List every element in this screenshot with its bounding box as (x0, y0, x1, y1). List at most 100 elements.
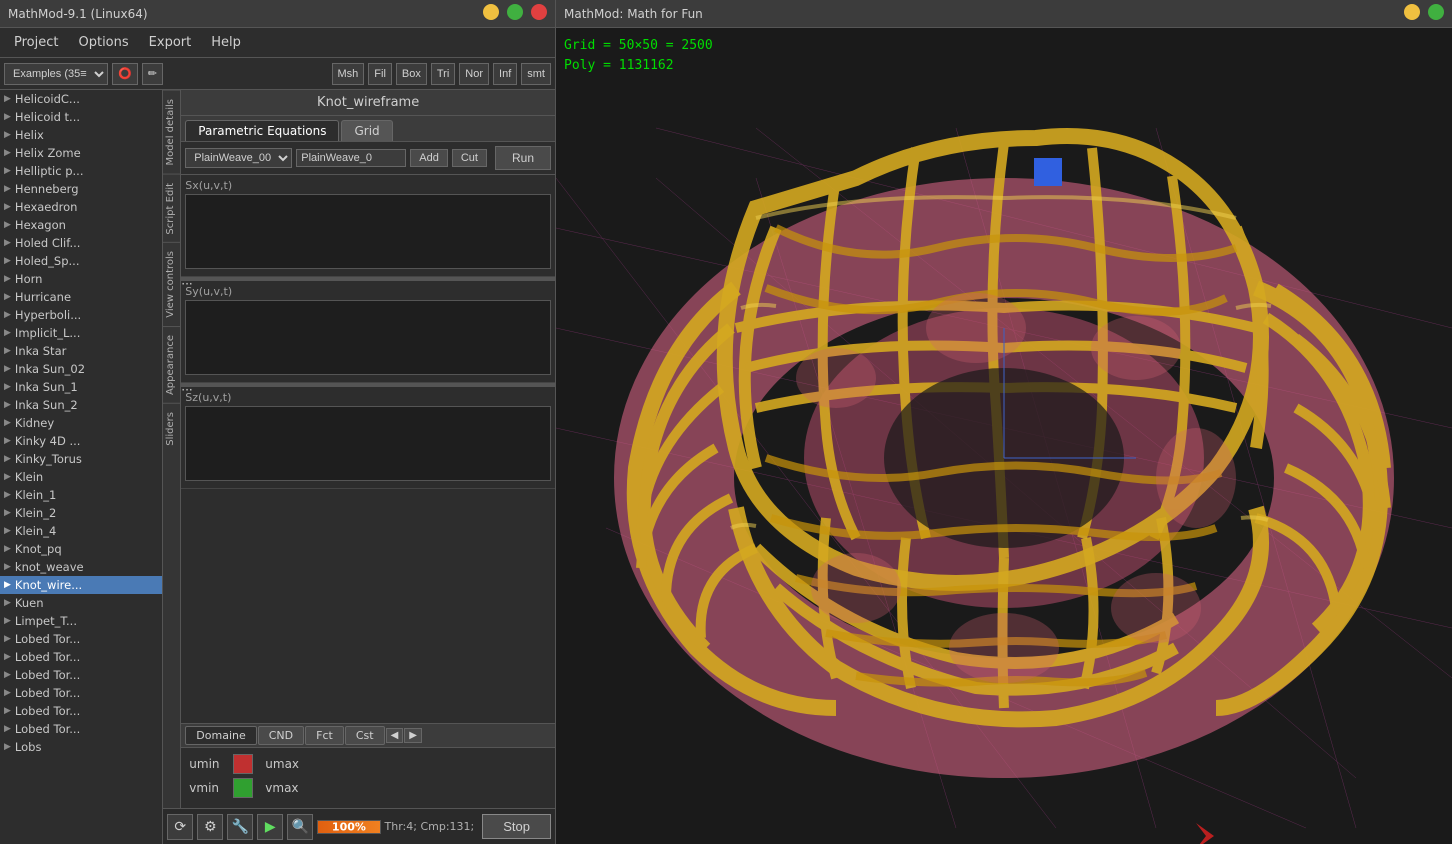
list-item[interactable]: ▶Klein (0, 468, 162, 486)
minimize-button[interactable] (483, 4, 499, 20)
list-item[interactable]: ▶Lobs (0, 738, 162, 756)
status-icon-1[interactable]: ⟳ (167, 814, 193, 840)
list-item[interactable]: ▶Holed_Sp... (0, 252, 162, 270)
editor-section: Model details Script Edit View controls … (163, 90, 555, 844)
toolbar-tri[interactable]: Tri (431, 63, 455, 85)
list-item[interactable]: ▶Hexagon (0, 216, 162, 234)
tab-grid[interactable]: Grid (341, 120, 392, 141)
list-item[interactable]: ▶HelicoidC... (0, 90, 162, 108)
toolbar-box[interactable]: Box (396, 63, 427, 85)
list-item[interactable]: ▶Lobed Tor... (0, 666, 162, 684)
selection-marker (1034, 158, 1062, 186)
toolbar-fil[interactable]: Fil (368, 63, 392, 85)
list-item[interactable]: ▶Helix (0, 126, 162, 144)
menu-bar: Project Options Export Help (0, 28, 555, 58)
eq-label-sx: Sx(u,v,t) (185, 179, 551, 192)
list-item[interactable]: ▶Inka Sun_02 (0, 360, 162, 378)
toolbar-smt[interactable]: smt (521, 63, 551, 85)
status-icon-2[interactable]: ⚙ (197, 814, 223, 840)
list-item[interactable]: ▶Lobed Tor... (0, 648, 162, 666)
list-item[interactable]: ▶Klein_1 (0, 486, 162, 504)
list-item[interactable]: ▶Hexaedron (0, 198, 162, 216)
left-panel: MathMod-9.1 (Linux64) Project Options Ex… (0, 0, 556, 844)
eq-input-sx[interactable] (185, 194, 551, 269)
list-item[interactable]: ▶Lobed Tor... (0, 630, 162, 648)
btab-cst[interactable]: Cst (345, 726, 385, 745)
equations-area: Sx(u,v,t) ··· Sy(u,v,t) ··· Sz(u,v,t) (181, 175, 555, 723)
eq-input-sz[interactable] (185, 406, 551, 481)
list-item[interactable]: ▶Lobed Tor... (0, 720, 162, 738)
list-item[interactable]: ▶Holed Clif... (0, 234, 162, 252)
icon-button-2[interactable]: ✏ (142, 63, 163, 85)
viewport[interactable]: Grid = 50×50 = 2500 Poly = 1131162 (556, 28, 1452, 844)
cut-button[interactable]: Cut (452, 149, 487, 167)
maximize-button[interactable] (507, 4, 523, 20)
list-item[interactable]: ▶Helliptic p... (0, 162, 162, 180)
btab-domaine[interactable]: Domaine (185, 726, 256, 745)
play-button[interactable]: ▶ (257, 814, 283, 840)
knot-visualization: Y (556, 28, 1452, 844)
list-item-hurricane[interactable]: ▶Hurricane (0, 288, 162, 306)
add-button[interactable]: Add (410, 149, 448, 167)
toolbar-inf[interactable]: Inf (493, 63, 517, 85)
list-item[interactable]: ▶Kidney (0, 414, 162, 432)
list-item[interactable]: ▶Kinky 4D ... (0, 432, 162, 450)
menu-project[interactable]: Project (4, 31, 68, 54)
list-item[interactable]: ▶Knot_pq (0, 540, 162, 558)
vtab-view-controls[interactable]: View controls (163, 242, 180, 326)
list-item[interactable]: ▶Implicit_L... (0, 324, 162, 342)
icon-button-1[interactable]: ⭕ (112, 63, 138, 85)
formula-name-input[interactable] (296, 149, 406, 167)
list-item[interactable]: ▶Inka Sun_1 (0, 378, 162, 396)
grid-info: Grid = 50×50 = 2500 Poly = 1131162 (564, 36, 713, 75)
status-icon-3[interactable]: 🔧 (227, 814, 253, 840)
list-item-horn[interactable]: ▶Horn (0, 270, 162, 288)
vtab-script-edit[interactable]: Script Edit (163, 174, 180, 243)
menu-help[interactable]: Help (201, 31, 251, 54)
btab-next[interactable]: ▶ (404, 728, 422, 743)
list-item-knot-wireframe[interactable]: ▶Knot_wire... (0, 576, 162, 594)
zoom-button[interactable]: 🔍 (287, 814, 313, 840)
grid-line: Grid = 50×50 = 2500 (564, 36, 713, 56)
menu-export[interactable]: Export (139, 31, 202, 54)
btab-fct[interactable]: Fct (305, 726, 344, 745)
list-item[interactable]: ▶Lobed Tor... (0, 702, 162, 720)
vtab-appearance[interactable]: Appearance (163, 326, 180, 403)
examples-dropdown[interactable]: Examples (35≡ (4, 63, 108, 85)
list-item[interactable]: ▶Klein_2 (0, 504, 162, 522)
umin-color-button[interactable] (233, 754, 253, 774)
list-item[interactable]: ▶knot_weave (0, 558, 162, 576)
vtab-model-details[interactable]: Model details (163, 90, 180, 174)
run-button[interactable]: Run (495, 146, 551, 170)
list-item[interactable]: ▶Helicoid t... (0, 108, 162, 126)
vtab-sliders[interactable]: Sliders (163, 403, 180, 454)
list-item[interactable]: ▶Helix Zome (0, 144, 162, 162)
right-minimize-button[interactable] (1404, 4, 1420, 20)
right-maximize-button[interactable] (1428, 4, 1444, 20)
toolbar-nor[interactable]: Nor (459, 63, 489, 85)
eq-input-sy[interactable] (185, 300, 551, 375)
list-panel: ▶HelicoidC... ▶Helicoid t... ▶Helix ▶Hel… (0, 90, 163, 844)
toolbar-msh[interactable]: Msh (332, 63, 365, 85)
btab-cnd[interactable]: CND (258, 726, 304, 745)
list-item[interactable]: ▶Limpet_T... (0, 612, 162, 630)
list-item[interactable]: ▶Hyperboli... (0, 306, 162, 324)
editor-with-tabs: Model details Script Edit View controls … (163, 90, 555, 808)
vmin-color-button[interactable] (233, 778, 253, 798)
formula-dropdown[interactable]: PlainWeave_00 (185, 148, 292, 168)
menu-options[interactable]: Options (68, 31, 138, 54)
list-item[interactable]: ▶Klein_4 (0, 522, 162, 540)
list-item[interactable]: ▶Kuen (0, 594, 162, 612)
btab-prev[interactable]: ◀ (386, 728, 404, 743)
list-item[interactable]: ▶Henneberg (0, 180, 162, 198)
stop-button[interactable]: Stop (482, 814, 551, 839)
window-controls (479, 4, 547, 23)
close-button[interactable] (531, 4, 547, 20)
list-item[interactable]: ▶Inka Sun_2 (0, 396, 162, 414)
list-item[interactable]: ▶Inka Star (0, 342, 162, 360)
tab-parametric[interactable]: Parametric Equations (185, 120, 339, 141)
list-item[interactable]: ▶Lobed Tor... (0, 684, 162, 702)
right-title-text: MathMod: Math for Fun (564, 7, 703, 21)
left-title-text: MathMod-9.1 (Linux64) (8, 7, 148, 21)
list-item[interactable]: ▶Kinky_Torus (0, 450, 162, 468)
